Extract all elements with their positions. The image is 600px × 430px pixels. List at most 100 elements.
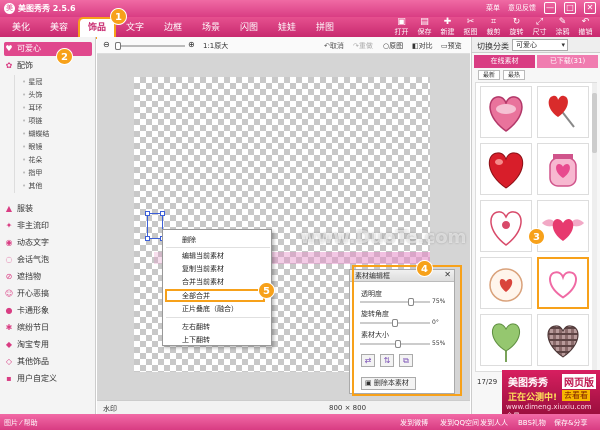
sticker-item[interactable]: [480, 200, 532, 252]
minimize-button[interactable]: —: [544, 2, 556, 14]
sidebar-item-fun[interactable]: ☺ 开心恶搞: [4, 287, 92, 301]
selection-box[interactable]: [145, 211, 165, 241]
original-link[interactable]: ○原图: [383, 41, 403, 51]
sidebar-item-festival[interactable]: ✱ 缤纷节日: [4, 321, 92, 335]
watermark-link[interactable]: 水印: [103, 404, 117, 414]
sticker-item[interactable]: [537, 86, 589, 138]
editor-highlight: [352, 265, 462, 396]
sidebar-sub-item[interactable]: 头饰: [22, 90, 42, 100]
crop-button[interactable]: ⌗ 裁剪: [483, 17, 504, 37]
sidebar-item-clothes[interactable]: ▲ 服装: [4, 202, 92, 216]
save-button[interactable]: ▤ 保存: [414, 17, 435, 37]
zoom-in-icon[interactable]: ⊕: [188, 40, 195, 49]
menu-link[interactable]: 菜单: [486, 3, 500, 13]
undo-icon: ↶: [581, 17, 590, 27]
sidebar-sub-item[interactable]: 项链: [22, 116, 42, 126]
zoom-label[interactable]: 1:1原大: [203, 41, 228, 51]
tab-beautify[interactable]: 美化: [4, 19, 38, 37]
preview-link[interactable]: ▭预览: [441, 41, 462, 51]
sticker-item[interactable]: [537, 314, 589, 366]
scrollbar-thumb[interactable]: [592, 93, 597, 153]
tab-scene[interactable]: 场景: [194, 19, 228, 37]
sidebar-item-accessories[interactable]: ✿ 配饰: [4, 59, 92, 73]
menu-item-multiply[interactable]: 正片叠底（融合）: [182, 304, 238, 314]
sticker-item[interactable]: [537, 200, 589, 252]
tab-doll[interactable]: 娃娃: [270, 19, 304, 37]
category-select[interactable]: 可爱心 ▾: [512, 39, 568, 51]
sticker-scrollbar[interactable]: [592, 83, 597, 371]
sticker-item[interactable]: [480, 143, 532, 195]
sidebar-item-cartoon[interactable]: ● 卡通形象: [4, 304, 92, 318]
taobao-icon: ◆: [5, 340, 13, 349]
sidebar-sub-item[interactable]: 眼镜: [22, 142, 42, 152]
rotate-icon: ↻: [512, 17, 521, 27]
sidebar-sub-item[interactable]: 其他: [22, 181, 42, 191]
new-button[interactable]: ✚ 新建: [437, 17, 458, 37]
share-qzone-button[interactable]: 发到QQ空间: [440, 418, 479, 428]
flower-icon: ✿: [5, 61, 13, 70]
open-button[interactable]: ▣ 打开: [391, 17, 412, 37]
tab-downloaded[interactable]: 已下载(31): [537, 55, 598, 68]
resize-handle[interactable]: [145, 236, 150, 241]
sidebar-item-cute-heart[interactable]: ♥ 可爱心: [4, 42, 92, 56]
compare-link[interactable]: ◧对比: [412, 41, 433, 51]
sticker-item-selected[interactable]: [537, 257, 589, 309]
share-renren-button[interactable]: 发到人人: [480, 418, 508, 428]
sidebar-item-block[interactable]: ⊘ 遮挡物: [4, 270, 92, 284]
zoom-slider[interactable]: [115, 42, 185, 50]
zoom-slider-knob[interactable]: [115, 42, 121, 50]
sticker-item[interactable]: [480, 257, 532, 309]
menu-item-merge-current[interactable]: 合并当前素材: [182, 277, 224, 287]
sidebar-sub-item[interactable]: 蝴蝶结: [22, 129, 49, 139]
sidebar-sub-item[interactable]: 花朵: [22, 155, 42, 165]
new-icon: ✚: [443, 17, 452, 27]
sidebar-item-speech-bubble[interactable]: ◌ 会话气泡: [4, 253, 92, 267]
tab-online[interactable]: 在线素材: [474, 55, 535, 68]
cutout-button[interactable]: ✂ 抠图: [460, 17, 481, 37]
sidebar-sub-item[interactable]: 耳环: [22, 103, 42, 113]
menu-item-flip-v[interactable]: 上下翻转: [182, 335, 210, 345]
resize-handle[interactable]: [160, 211, 165, 216]
menu-item-flip-h[interactable]: 左右翻转: [182, 322, 210, 332]
menu-item-copy[interactable]: 复制当前素材: [182, 264, 224, 274]
tab-frame[interactable]: 边框: [156, 19, 190, 37]
undo-button[interactable]: ↶ 撤销: [575, 17, 596, 37]
sidebar-sub-item[interactable]: 星冠: [22, 77, 42, 87]
sidebar-item-stamp[interactable]: ✦ 非主流印: [4, 219, 92, 233]
sidebar-item-custom[interactable]: ▪ 用户自定义: [4, 372, 92, 386]
help-link[interactable]: 图片 ⁄ 帮助: [4, 418, 38, 428]
undo-link[interactable]: ↶取消: [324, 41, 344, 51]
close-button[interactable]: ✕: [584, 2, 596, 14]
sidebar-item-taobao[interactable]: ◆ 淘宝专用: [4, 338, 92, 352]
tab-accessories[interactable]: 饰品: [78, 17, 116, 39]
page-indicator: 17/29: [477, 378, 498, 386]
sticker-item[interactable]: [537, 143, 589, 195]
promo-banner[interactable]: 美图秀秀 网页版 正在公测中! 去看看 www.dimeng.xiuxiu.co…: [502, 370, 600, 420]
sidebar-item-animated-text[interactable]: ◉ 动态文字: [4, 236, 92, 250]
resize-handle[interactable]: [145, 211, 150, 216]
subtab-hot[interactable]: 最热: [503, 70, 525, 80]
tab-flash[interactable]: 闪图: [232, 19, 266, 37]
rotate-button[interactable]: ↻ 旋转: [506, 17, 527, 37]
menu-item-edit[interactable]: 编辑当前素材: [182, 251, 224, 261]
maximize-button[interactable]: □: [564, 2, 576, 14]
sticker-item[interactable]: [480, 314, 532, 366]
share-weibo-button[interactable]: 发到微博: [400, 418, 428, 428]
promo-cta-button[interactable]: 去看看: [562, 390, 590, 401]
menu-item-delete[interactable]: 删除: [182, 235, 196, 245]
tab-collage[interactable]: 拼图: [308, 19, 342, 37]
sidebar-sub-item[interactable]: 指甲: [22, 168, 42, 178]
subtab-latest[interactable]: 最新: [478, 70, 500, 80]
doodle-button[interactable]: ✎ 涂鸦: [552, 17, 573, 37]
feedback-link[interactable]: 意见反馈: [508, 3, 536, 13]
menu-item-merge-all[interactable]: 全部合并: [182, 291, 210, 301]
redo-link[interactable]: ↷重做: [353, 41, 373, 51]
bbs-gift-button[interactable]: BBS礼物: [518, 418, 546, 428]
sticker-item[interactable]: [480, 86, 532, 138]
save-share-button[interactable]: 保存&分享: [554, 418, 587, 428]
tab-beauty[interactable]: 美容: [42, 19, 76, 37]
category-sidebar: ♥可爱心 ✿配饰 星冠 头饰 耳环 项链 蝴蝶结 眼镜 花朵 指甲 其他 ▲服装…: [0, 37, 96, 430]
zoom-out-icon[interactable]: ⊖: [103, 40, 110, 49]
resize-button[interactable]: ⤢ 尺寸: [529, 17, 550, 37]
sidebar-item-other[interactable]: ◇ 其他饰品: [4, 355, 92, 369]
